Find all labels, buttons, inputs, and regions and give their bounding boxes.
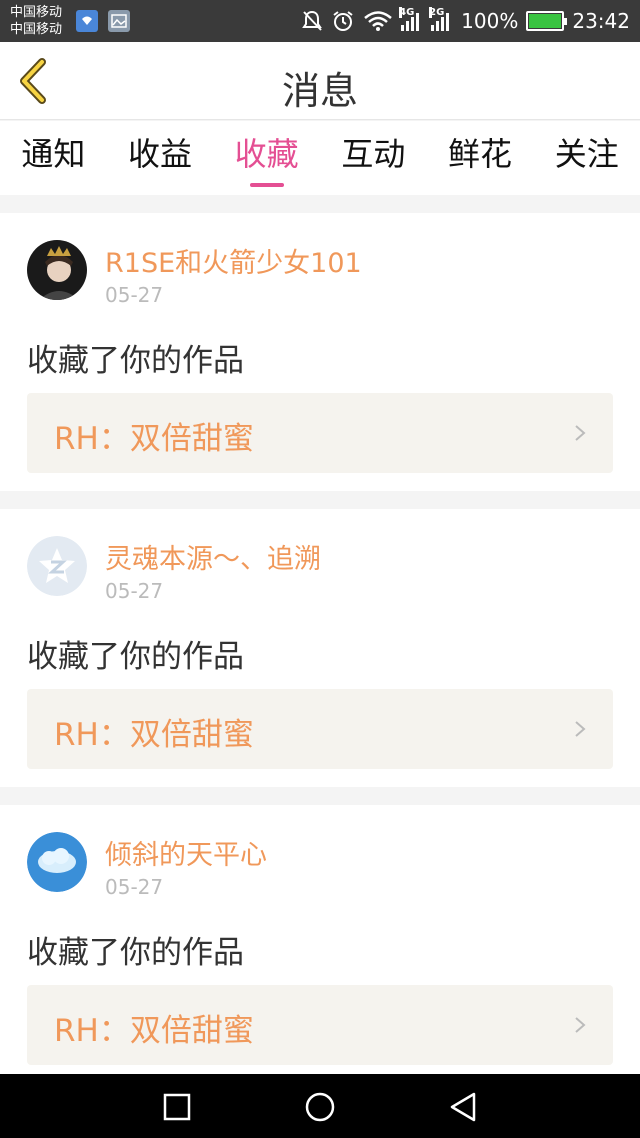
chevron-right-icon [575, 425, 586, 441]
battery-percent: 100% [461, 9, 519, 33]
work-title: RH：双倍甜蜜 [54, 1013, 254, 1049]
chevron-right-icon [575, 721, 586, 737]
notification-list: R1SE和火箭少女101 05-27 收藏了你的作品 RH：双倍甜蜜 灵魂本源～… [0, 213, 640, 1101]
notification-date: 05-27 [105, 283, 164, 307]
avatar[interactable] [27, 832, 87, 892]
tab-follow[interactable]: 关注 [533, 121, 640, 195]
clock: 23:42 [572, 9, 630, 33]
work-link[interactable]: RH：双倍甜蜜 [27, 689, 613, 769]
tab-favorites[interactable]: 收藏 [213, 121, 320, 195]
carrier-label: 中国移动 [10, 5, 63, 20]
back-nav-button[interactable] [446, 1090, 480, 1124]
page-title: 消息 [281, 69, 358, 113]
carrier-info: 中国移动 中国移动 [10, 4, 62, 38]
header: 消息 [0, 42, 640, 120]
tab-flowers[interactable]: 鲜花 [427, 121, 534, 195]
action-text: 收藏了你的作品 [27, 639, 244, 675]
home-button[interactable] [303, 1090, 337, 1124]
signal-2g-icon: 2G [429, 7, 453, 31]
status-bar: 中国移动 中国移动 4G 2G 100% 23:42 [0, 0, 640, 42]
work-title: RH：双倍甜蜜 [54, 421, 254, 457]
network-type-label: 2G [429, 7, 445, 18]
list-item: 倾斜的天平心 05-27 收藏了你的作品 RH：双倍甜蜜 [0, 805, 640, 1083]
user-name[interactable]: 灵魂本源～、追溯 [105, 537, 321, 576]
action-text: 收藏了你的作品 [27, 935, 244, 971]
notification-date: 05-27 [105, 875, 164, 899]
work-title: RH：双倍甜蜜 [54, 717, 254, 753]
list-item: R1SE和火箭少女101 05-27 收藏了你的作品 RH：双倍甜蜜 [0, 213, 640, 491]
alarm-icon [333, 11, 353, 31]
tab-earnings[interactable]: 收益 [107, 121, 214, 195]
chevron-right-icon [575, 1017, 586, 1033]
tab-bar: 通知 收益 收藏 互动 鲜花 关注 [0, 121, 640, 195]
network-type-label: 4G [399, 7, 415, 18]
battery-icon [526, 11, 568, 31]
gallery-app-icon [108, 10, 130, 32]
system-nav-bar [0, 1074, 640, 1138]
avatar[interactable] [27, 536, 87, 596]
battery-fill [529, 14, 562, 28]
signal-4g-icon: 4G [399, 7, 423, 31]
user-name[interactable]: 倾斜的天平心 [105, 833, 267, 872]
status-indicators: 4G 2G 100% 23:42 [301, 0, 630, 42]
work-link[interactable]: RH：双倍甜蜜 [27, 985, 613, 1065]
action-text: 收藏了你的作品 [27, 343, 244, 379]
avatar[interactable] [27, 240, 87, 300]
recents-button[interactable] [160, 1090, 194, 1124]
notification-date: 05-27 [105, 579, 164, 603]
user-name[interactable]: R1SE和火箭少女101 [105, 241, 362, 280]
carrier-label: 中国移动 [10, 22, 63, 37]
tab-interaction[interactable]: 互动 [320, 121, 427, 195]
mute-icon [302, 10, 323, 31]
health-app-icon [76, 10, 98, 32]
wifi-icon [364, 11, 392, 31]
list-item: 灵魂本源～、追溯 05-27 收藏了你的作品 RH：双倍甜蜜 [0, 509, 640, 787]
tab-notice[interactable]: 通知 [0, 121, 107, 195]
work-link[interactable]: RH：双倍甜蜜 [27, 393, 613, 473]
